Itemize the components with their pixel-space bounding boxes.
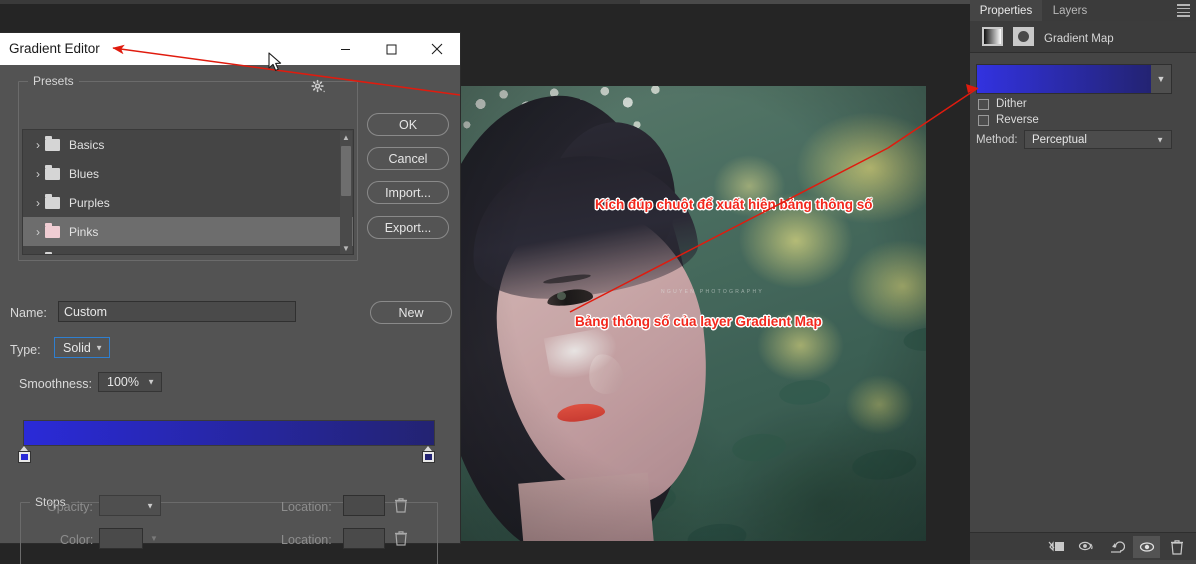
clip-to-layer-icon[interactable] — [1043, 536, 1070, 558]
trash-icon[interactable] — [394, 530, 408, 546]
smoothness-value: 100% — [107, 375, 139, 389]
dialog-body: Presets › Basics › Blues › Purples › Pin… — [0, 65, 460, 564]
type-label: Type: — [10, 343, 41, 357]
chevron-right-icon: › — [36, 195, 40, 210]
stop-swatch — [422, 451, 435, 463]
screenshot-root: NGUYEN PHOTOGRAPHY Kích đúp chuột để xuấ… — [0, 0, 1196, 564]
presets-legend: Presets — [28, 74, 79, 88]
gradient-stop-right[interactable] — [422, 446, 435, 463]
preset-item-basics[interactable]: › Basics — [23, 130, 353, 159]
chevron-down-icon: ▼ — [95, 343, 103, 352]
scroll-up-icon[interactable]: ▲ — [340, 131, 352, 144]
properties-footer-toolbar — [970, 532, 1196, 560]
reverse-checkbox-row[interactable]: Reverse — [978, 114, 1039, 126]
chevron-right-icon: › — [36, 137, 40, 152]
chevron-down-icon: ▼ — [1156, 135, 1164, 144]
tab-properties[interactable]: Properties — [970, 0, 1042, 21]
presets-scrollbar[interactable]: ▲ ▼ — [340, 131, 352, 254]
opacity-location-label: Location: — [281, 500, 332, 514]
preset-item-purples[interactable]: › Purples — [23, 188, 353, 217]
method-label: Method: — [976, 134, 1018, 146]
presets-list[interactable]: › Basics › Blues › Purples › Pinks ▲ ▼ — [22, 129, 354, 255]
chevron-right-icon: › — [36, 166, 40, 181]
reverse-label: Reverse — [996, 114, 1039, 126]
annotation-double-click: Kích đúp chuột để xuất hiện bảng thông s… — [595, 197, 873, 212]
opacity-label: Opacity: — [47, 500, 93, 514]
preset-label: Basics — [69, 137, 105, 152]
chevron-down-icon: ▼ — [147, 377, 155, 387]
checkbox[interactable] — [978, 98, 989, 110]
folder-icon — [45, 135, 60, 151]
export-button[interactable]: Export... — [367, 216, 449, 239]
method-value: Perceptual — [1032, 133, 1087, 146]
gradient-swatch[interactable] — [977, 65, 1151, 93]
chevron-right-icon: › — [31, 254, 45, 255]
folder-icon — [45, 222, 60, 238]
import-button[interactable]: Import... — [367, 181, 449, 204]
scrollbar-thumb[interactable] — [341, 146, 351, 196]
preset-item-pinks[interactable]: › Pinks — [23, 217, 353, 246]
name-input[interactable]: Custom — [58, 301, 296, 322]
preset-item-reds[interactable]: › Reds — [23, 246, 353, 255]
color-label: Color: — [60, 533, 94, 547]
smoothness-label: Smoothness: — [19, 377, 92, 391]
dither-checkbox-row[interactable]: Dither — [978, 98, 1027, 110]
method-select[interactable]: Perceptual ▼ — [1024, 130, 1172, 149]
new-button[interactable]: New — [370, 301, 452, 324]
chevron-down-icon[interactable]: ▼ — [1151, 65, 1171, 93]
color-location-input[interactable] — [343, 528, 385, 549]
dialog-title: Gradient Editor — [9, 41, 100, 56]
gradient-editor-dialog: Gradient Editor Presets › Basics › Blues… — [0, 33, 460, 564]
stop-swatch — [18, 451, 31, 463]
preset-label: Reds — [69, 254, 97, 255]
delete-layer-icon[interactable] — [1163, 536, 1190, 558]
cancel-button[interactable]: Cancel — [367, 147, 449, 170]
folder-icon — [45, 193, 60, 209]
preset-label: Purples — [69, 195, 110, 210]
gradient-preview-bar[interactable] — [23, 420, 435, 446]
folder-icon — [45, 251, 52, 254]
hamburger-menu-icon[interactable] — [1177, 4, 1190, 17]
gear-icon[interactable] — [311, 78, 331, 94]
adjustment-header: Gradient Map — [970, 21, 1196, 53]
dialog-titlebar[interactable]: Gradient Editor — [0, 33, 460, 65]
view-previous-state-icon[interactable] — [1073, 536, 1100, 558]
gradient-map-preview[interactable]: ▼ — [976, 64, 1172, 94]
gradient-stop-left[interactable] — [18, 446, 31, 463]
reset-icon[interactable] — [1103, 536, 1130, 558]
preset-label: Pinks — [69, 224, 99, 239]
annotation-gradient-map-panel: Bảng thông số của layer Gradient Map — [575, 314, 822, 329]
type-value: Solid — [63, 340, 91, 355]
ok-button[interactable]: OK — [367, 113, 449, 136]
folder-icon — [45, 164, 60, 180]
photo-watermark: NGUYEN PHOTOGRAPHY — [661, 289, 764, 295]
mouse-pointer — [268, 52, 282, 71]
opacity-input[interactable]: ▼ — [99, 495, 161, 516]
minimize-icon[interactable] — [322, 33, 368, 65]
preset-item-blues[interactable]: › Blues — [23, 159, 353, 188]
type-select[interactable]: Solid ▼ — [54, 337, 110, 358]
color-location-label: Location: — [281, 533, 332, 547]
close-icon[interactable] — [414, 33, 460, 65]
toggle-visibility-icon[interactable] — [1133, 535, 1160, 558]
opacity-location-input[interactable] — [343, 495, 385, 516]
chevron-down-icon: ▼ — [146, 501, 154, 510]
maximize-icon[interactable] — [368, 33, 414, 65]
color-swatch[interactable] — [99, 528, 143, 549]
scroll-down-icon[interactable]: ▼ — [340, 242, 352, 254]
name-label: Name: — [10, 306, 47, 320]
checkbox[interactable] — [978, 114, 989, 126]
adjustment-title: Gradient Map — [1044, 33, 1114, 45]
chevron-down-icon: ▼ — [150, 534, 158, 543]
trash-icon[interactable] — [394, 497, 408, 513]
dither-label: Dither — [996, 98, 1027, 110]
preset-label: Blues — [69, 166, 100, 181]
smoothness-select[interactable]: 100% ▼ — [98, 372, 162, 392]
chevron-right-icon: › — [36, 224, 40, 239]
panel-tabbar: Properties Layers — [970, 0, 1196, 21]
tab-layers[interactable]: Layers — [1042, 0, 1098, 21]
mask-thumbnail-icon[interactable] — [1013, 27, 1034, 46]
gradient-thumbnail-icon[interactable] — [982, 27, 1003, 46]
